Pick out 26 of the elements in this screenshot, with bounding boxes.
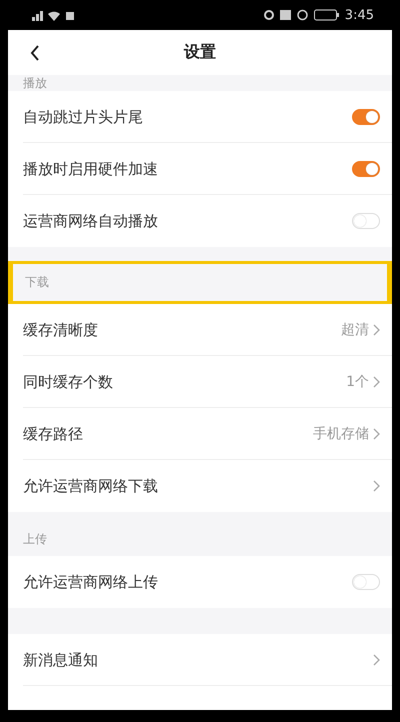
setting-label[interactable]: 新消息通知 bbox=[23, 650, 98, 670]
battery-icon bbox=[314, 9, 339, 21]
chevron-right-icon bbox=[373, 428, 380, 440]
setting-label[interactable]: 自动跳过片头片尾 bbox=[23, 108, 143, 126]
setting-label[interactable]: 运营商网络自动播放 bbox=[23, 212, 158, 230]
section-header: 下载 bbox=[25, 275, 49, 289]
toggle-switch[interactable] bbox=[352, 161, 380, 177]
setting-label[interactable]: 允许运营商网络下载 bbox=[23, 476, 158, 496]
chevron-right-icon bbox=[373, 376, 380, 388]
chevron-right-icon bbox=[373, 324, 380, 336]
section-header: 上传 bbox=[23, 532, 47, 546]
page-title: 设置 bbox=[184, 42, 216, 63]
setting-value: 超清 bbox=[341, 321, 369, 339]
back-icon[interactable] bbox=[30, 45, 40, 61]
setting-label[interactable]: 缓存路径 bbox=[23, 424, 83, 444]
setting-label[interactable]: 缓存清晰度 bbox=[23, 320, 98, 340]
toggle-switch[interactable] bbox=[352, 109, 380, 125]
status-time: 3:45 bbox=[344, 8, 374, 22]
chevron-right-icon bbox=[373, 654, 380, 666]
chevron-right-icon bbox=[373, 480, 380, 492]
section-header: 播放 bbox=[23, 76, 47, 90]
setting-label[interactable]: 同时缓存个数 bbox=[23, 372, 113, 392]
setting-value: 手机存储 bbox=[313, 425, 369, 443]
setting-label[interactable]: 允许运营商网络上传 bbox=[23, 572, 158, 592]
setting-label[interactable]: 播放时启用硬件加速 bbox=[23, 160, 158, 178]
setting-value: 1个 bbox=[346, 373, 369, 391]
